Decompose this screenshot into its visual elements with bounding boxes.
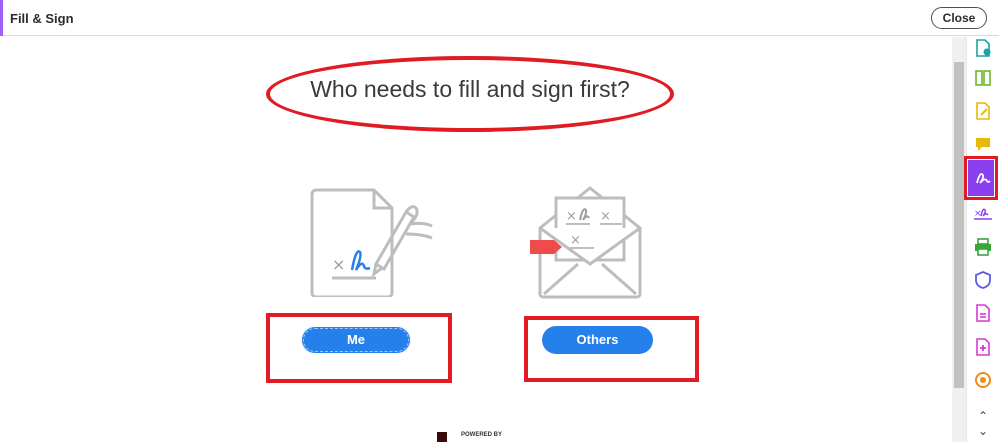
- request-signature-icon[interactable]: ×: [973, 203, 993, 223]
- main-content: Who needs to fill and sign first? × × × …: [0, 37, 952, 442]
- me-button[interactable]: Me: [301, 326, 411, 354]
- scrollbar-thumb[interactable]: [954, 62, 964, 388]
- fill-sign-header: Fill & Sign Close: [0, 0, 999, 36]
- me-illustration: ×: [310, 188, 433, 297]
- svg-text:×: ×: [974, 209, 982, 219]
- action-wizard-icon[interactable]: [973, 370, 993, 390]
- edit-pdf-icon[interactable]: [973, 101, 993, 121]
- svg-text:×: ×: [566, 209, 577, 224]
- others-illustration: × × ×: [530, 186, 642, 299]
- combine-files-icon[interactable]: [973, 337, 993, 357]
- create-pdf-icon[interactable]: [973, 303, 993, 323]
- others-button[interactable]: Others: [542, 326, 653, 354]
- annotation-oval: [266, 56, 674, 132]
- protect-icon[interactable]: [973, 270, 993, 290]
- comment-icon[interactable]: [973, 134, 993, 154]
- panel-title: Fill & Sign: [10, 11, 74, 26]
- print-production-icon[interactable]: [973, 237, 993, 257]
- export-pdf-icon[interactable]: [973, 38, 993, 58]
- powered-by-logo: [437, 432, 447, 442]
- svg-text:×: ×: [600, 209, 611, 224]
- organize-pages-icon[interactable]: [973, 68, 993, 88]
- header-accent: [0, 0, 3, 36]
- svg-text:×: ×: [570, 233, 581, 248]
- powered-by-label: POWERED BY: [461, 432, 503, 438]
- close-button[interactable]: Close: [931, 7, 987, 29]
- svg-text:×: ×: [332, 255, 345, 274]
- rail-scroll-up-icon[interactable]: ⌃: [975, 410, 991, 422]
- annotation-box-fill-sign: [964, 156, 998, 200]
- rail-scroll-down-icon[interactable]: ⌄: [975, 425, 991, 437]
